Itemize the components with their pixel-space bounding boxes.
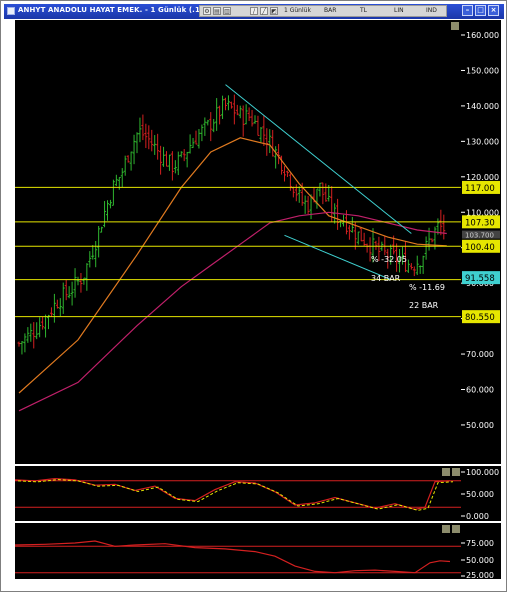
minimize-button[interactable]: – [462, 5, 473, 16]
annotation-pct1: % -32.05 [371, 255, 407, 264]
scale-selector[interactable]: LIN [394, 7, 404, 14]
price-axis-tick: 50.000 [466, 421, 494, 430]
chart-style-selector[interactable]: BAR [324, 7, 336, 14]
price-label: 91.558 [465, 274, 495, 284]
chart-toolbar: ⚙ ▤ ▥ / ╱ ◩ 1 Günlük BAR TL LIN IND [199, 5, 447, 17]
price-label: 100.40 [465, 243, 495, 253]
price-axis-tick: 120.000 [466, 173, 499, 182]
annotation-pct2: % -11.69 [409, 283, 445, 292]
price-axis-tick: 150.000 [466, 66, 499, 75]
price-label: 80.550 [465, 313, 495, 323]
osc1-close-icon[interactable] [452, 468, 460, 476]
osc2-tick: 75.000 [466, 539, 494, 548]
osc2-tick: 25.000 [466, 571, 494, 579]
window-title: ANHYT ANADOLU HAYAT EMEK. - 1 Günlük (.1… [18, 6, 209, 14]
price-chart-svg: % -32.05 34 BAR % -11.69 22 BAR [15, 22, 461, 412]
trendline [225, 84, 412, 234]
osc1-tick: 50.000 [466, 490, 494, 499]
chart-window: ANHYT ANADOLU HAYAT EMEK. - 1 Günlük (.1… [0, 0, 507, 592]
app-icon [7, 7, 15, 15]
osc2-close-icon[interactable] [452, 525, 460, 533]
price-axis-tick: 60.000 [466, 386, 494, 395]
oscillator1-panel[interactable] [15, 466, 461, 521]
moving-average-slow-line [18, 211, 447, 412]
osc2-option-icon[interactable] [442, 525, 450, 533]
moving-average-fast-line [18, 137, 447, 394]
osc1-axis-svg: 100.000 50.000 0.000 [461, 468, 499, 521]
oscillator2-panel[interactable] [15, 523, 461, 579]
osc2-tick: 50.000 [466, 556, 494, 565]
eraser-icon[interactable]: ◩ [270, 7, 278, 15]
oscillator1-svg [15, 468, 461, 511]
annotation-bars2: 22 BAR [409, 301, 439, 310]
currency-selector[interactable]: TL [360, 7, 367, 14]
price-axis-tick: 160.000 [466, 31, 499, 40]
trendlines [225, 84, 412, 281]
price-axis-tick: 130.000 [466, 137, 499, 146]
osc1-tick: 0.000 [466, 512, 489, 521]
annotation-bars1: 34 BAR [371, 274, 401, 283]
panel-options-icon[interactable] [451, 22, 459, 30]
osc1-tick: 100.000 [466, 468, 499, 477]
oscillator2-axis: 75.000 50.000 25.000 [461, 523, 501, 579]
osc2-line [15, 540, 451, 574]
indicator-selector[interactable]: IND [426, 7, 437, 14]
price-chart-panel[interactable]: % -32.05 34 BAR % -11.69 22 BAR [15, 20, 461, 464]
price-label: 117.00 [465, 184, 495, 194]
osc2-axis-svg: 75.000 50.000 25.000 [461, 539, 494, 579]
maximize-button[interactable]: □ [475, 5, 486, 16]
period-selector[interactable]: 1 Günlük [284, 7, 311, 14]
osc1-option-icon[interactable] [442, 468, 450, 476]
price-label: 107.30 [465, 218, 495, 228]
price-axis-tick: 70.000 [466, 350, 494, 359]
format-icon[interactable]: ▥ [223, 7, 231, 15]
price-axis-svg: 160.000150.000140.000130.000120.000110.0… [461, 31, 500, 430]
price-axis-tick: 140.000 [466, 102, 499, 111]
settings-icon[interactable]: ⚙ [203, 7, 211, 15]
price-axis: 160.000 150.000 140.000 130.000 120.000 110.0… [461, 20, 501, 464]
price-bars [17, 94, 446, 355]
line-icon[interactable]: ╱ [260, 7, 268, 15]
oscillator1-axis: 100.000 50.000 0.000 [461, 466, 501, 521]
price-label: 103.700 [465, 232, 494, 240]
osc1-main-line [15, 477, 451, 511]
pencil-icon[interactable]: / [250, 7, 258, 15]
oscillator2-svg [15, 525, 461, 574]
copy-icon[interactable]: ▤ [213, 7, 221, 15]
close-button[interactable]: × [488, 5, 499, 16]
